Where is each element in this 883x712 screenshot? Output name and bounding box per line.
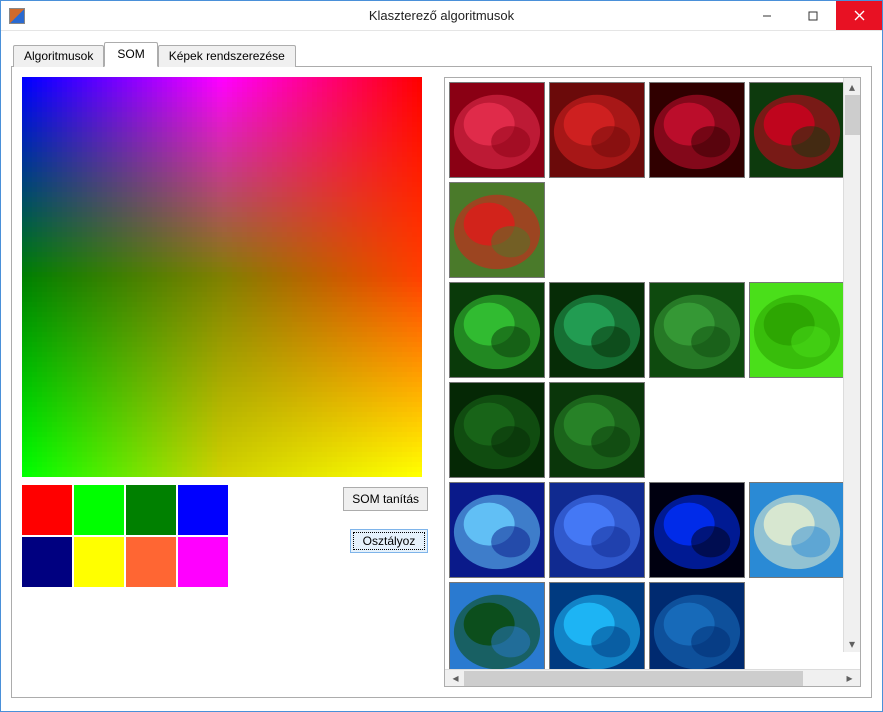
thumb-blue-6[interactable] xyxy=(649,582,745,669)
horizontal-scrollbar[interactable]: ◂ ▸ xyxy=(445,669,860,686)
thumb-blue-1[interactable] xyxy=(549,482,645,578)
thumb-red-3[interactable] xyxy=(749,82,845,178)
thumb-empty xyxy=(649,382,745,478)
class-swatches xyxy=(22,485,228,587)
swatch-0 xyxy=(22,485,72,535)
classify-button[interactable]: Osztályoz xyxy=(350,529,428,553)
vertical-scrollbar[interactable]: ▴ ▾ xyxy=(843,78,860,652)
tabstrip: Algoritmusok SOM Képek rendszerezése xyxy=(13,41,872,66)
thumb-red-4[interactable] xyxy=(449,182,545,278)
thumbs-grid xyxy=(445,78,860,669)
swatch-4 xyxy=(22,537,72,587)
thumb-red-0[interactable] xyxy=(449,82,545,178)
thumb-green-0[interactable] xyxy=(449,282,545,378)
thumb-green-2[interactable] xyxy=(649,282,745,378)
swatch-1 xyxy=(74,485,124,535)
tab-kepek[interactable]: Képek rendszerezése xyxy=(158,45,296,67)
swatch-2 xyxy=(126,485,176,535)
thumb-blue-0[interactable] xyxy=(449,482,545,578)
thumb-green-4[interactable] xyxy=(449,382,545,478)
thumbs-viewport: ▴ ▾ xyxy=(445,78,860,669)
tab-label: Képek rendszerezése xyxy=(169,49,285,63)
thumb-empty xyxy=(549,182,645,278)
thumb-empty xyxy=(749,382,845,478)
swatch-row: SOM tanítás Osztályoz xyxy=(22,485,432,587)
close-button[interactable] xyxy=(836,1,882,30)
thumb-green-1[interactable] xyxy=(549,282,645,378)
maximize-button[interactable] xyxy=(790,1,836,30)
tab-label: SOM xyxy=(117,47,144,61)
thumb-blue-3[interactable] xyxy=(749,482,845,578)
swatch-3 xyxy=(178,485,228,535)
train-button[interactable]: SOM tanítás xyxy=(343,487,428,511)
action-buttons: SOM tanítás Osztályoz xyxy=(343,485,432,587)
window-titlebar: Klaszterező algoritmusok xyxy=(1,1,882,31)
som-color-map xyxy=(22,77,422,477)
tabpage-som: SOM tanítás Osztályoz xyxy=(11,66,872,698)
scroll-right-arrow-icon[interactable]: ▸ xyxy=(841,670,858,686)
left-pane: SOM tanítás Osztályoz xyxy=(22,77,432,687)
scroll-down-arrow-icon[interactable]: ▾ xyxy=(844,635,860,652)
app-icon xyxy=(9,8,25,24)
scroll-left-arrow-icon[interactable]: ◂ xyxy=(447,670,464,686)
scroll-thumb[interactable] xyxy=(845,95,860,135)
swatch-7 xyxy=(178,537,228,587)
thumb-blue-5[interactable] xyxy=(549,582,645,669)
thumb-green-3[interactable] xyxy=(749,282,845,378)
thumb-empty xyxy=(749,582,845,669)
swatch-6 xyxy=(126,537,176,587)
som-canvas xyxy=(22,77,422,477)
thumb-red-2[interactable] xyxy=(649,82,745,178)
thumb-empty xyxy=(749,182,845,278)
thumb-empty xyxy=(649,182,745,278)
client-area: Algoritmusok SOM Képek rendszerezése SOM… xyxy=(1,31,882,711)
tab-algoritmusok[interactable]: Algoritmusok xyxy=(13,45,104,67)
tab-label: Algoritmusok xyxy=(24,49,93,63)
swatch-5 xyxy=(74,537,124,587)
tab-som[interactable]: SOM xyxy=(104,42,157,67)
thumb-red-1[interactable] xyxy=(549,82,645,178)
hscroll-track[interactable] xyxy=(464,671,841,686)
thumb-green-5[interactable] xyxy=(549,382,645,478)
thumb-blue-2[interactable] xyxy=(649,482,745,578)
scroll-up-arrow-icon[interactable]: ▴ xyxy=(844,78,860,95)
window-buttons xyxy=(744,1,882,30)
scroll-thumb[interactable] xyxy=(464,671,803,686)
minimize-button[interactable] xyxy=(744,1,790,30)
results-panel: ▴ ▾ ◂ ▸ xyxy=(444,77,861,687)
thumb-blue-4[interactable] xyxy=(449,582,545,669)
